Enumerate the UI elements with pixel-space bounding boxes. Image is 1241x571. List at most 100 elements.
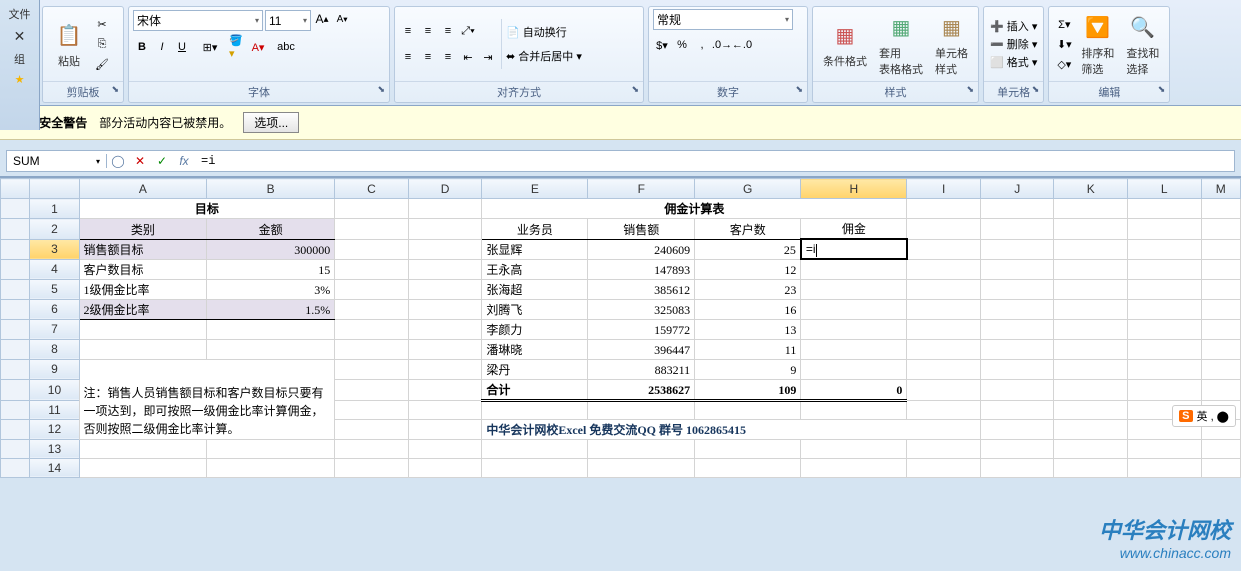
border-button[interactable]: ⊞▾ bbox=[201, 38, 219, 56]
cell[interactable]: 业务员 bbox=[482, 219, 588, 240]
cell[interactable] bbox=[408, 279, 482, 299]
cell[interactable] bbox=[1201, 359, 1240, 379]
cell[interactable]: 注：销售人员销售额目标和客户数目标只要有一项达到，即可按照一级佣金比率计算佣金，… bbox=[79, 359, 335, 439]
cell[interactable] bbox=[980, 219, 1054, 240]
cell[interactable] bbox=[801, 299, 907, 319]
align-right-icon[interactable]: ≡ bbox=[439, 48, 457, 66]
cell[interactable] bbox=[907, 339, 981, 359]
cell[interactable]: 王永高 bbox=[482, 259, 588, 279]
inc-decimal-icon[interactable]: .0→ bbox=[713, 36, 731, 54]
cell[interactable] bbox=[1201, 339, 1240, 359]
cell[interactable]: 佣金 bbox=[801, 219, 907, 240]
row-header[interactable]: 3 bbox=[30, 239, 79, 259]
cell[interactable] bbox=[408, 199, 482, 219]
comma-icon[interactable]: , bbox=[693, 36, 711, 54]
cell[interactable]: 883211 bbox=[588, 359, 695, 379]
font-family-combo[interactable]: 宋体▾ bbox=[133, 10, 263, 31]
cell[interactable] bbox=[980, 319, 1054, 339]
dec-decimal-icon[interactable]: ←.0 bbox=[733, 36, 751, 54]
cell[interactable]: 梁丹 bbox=[482, 359, 588, 379]
cell[interactable] bbox=[1054, 400, 1128, 419]
number-format-combo[interactable]: 常规▾ bbox=[653, 9, 793, 30]
cell[interactable] bbox=[408, 359, 482, 379]
clear-icon[interactable]: ◇▾ bbox=[1055, 55, 1073, 73]
cell[interactable] bbox=[335, 379, 409, 400]
cell[interactable] bbox=[1201, 458, 1240, 477]
cell[interactable] bbox=[1054, 319, 1128, 339]
cell[interactable] bbox=[907, 239, 981, 259]
ime-indicator[interactable]: S 英 , ⬤ bbox=[1172, 405, 1236, 427]
cell[interactable]: 23 bbox=[695, 279, 801, 299]
cell[interactable] bbox=[335, 458, 409, 477]
cell[interactable] bbox=[1128, 339, 1202, 359]
cell[interactable] bbox=[408, 319, 482, 339]
format-button[interactable]: ⬜ 格式 ▾ bbox=[990, 54, 1037, 70]
cell[interactable] bbox=[980, 259, 1054, 279]
cell[interactable] bbox=[907, 279, 981, 299]
cell[interactable]: 1级佣金比率 bbox=[79, 279, 207, 299]
cell[interactable]: 2级佣金比率 bbox=[79, 299, 207, 319]
cell[interactable] bbox=[335, 279, 409, 299]
indent-dec-icon[interactable]: ⇤ bbox=[459, 48, 477, 66]
cell[interactable] bbox=[1054, 419, 1128, 439]
cell[interactable] bbox=[980, 419, 1054, 439]
cell[interactable] bbox=[907, 400, 981, 419]
row-header[interactable]: 11 bbox=[30, 400, 79, 419]
formula-input[interactable]: =i bbox=[195, 154, 1234, 168]
insert-button[interactable]: ➕ 插入 ▾ bbox=[990, 18, 1037, 34]
cell[interactable] bbox=[482, 439, 588, 458]
enter-icon[interactable]: ✓ bbox=[151, 154, 173, 168]
cell[interactable] bbox=[588, 400, 695, 419]
cell[interactable] bbox=[408, 400, 482, 419]
fill-icon[interactable]: ⬇▾ bbox=[1055, 35, 1073, 53]
row-header[interactable]: 2 bbox=[30, 219, 79, 240]
cell[interactable]: 金额 bbox=[207, 219, 335, 240]
row-header[interactable]: 10 bbox=[30, 379, 79, 400]
indent-inc-icon[interactable]: ⇥ bbox=[479, 48, 497, 66]
cell[interactable] bbox=[1054, 458, 1128, 477]
cell[interactable] bbox=[79, 458, 207, 477]
cell-styles-button[interactable]: ▦单元格 样式 bbox=[929, 9, 974, 79]
cell[interactable] bbox=[1201, 239, 1240, 259]
conditional-format-button[interactable]: ▦条件格式 bbox=[817, 17, 873, 71]
cell[interactable] bbox=[408, 339, 482, 359]
cell[interactable] bbox=[1201, 199, 1240, 219]
cell[interactable] bbox=[335, 419, 409, 439]
cell[interactable] bbox=[408, 379, 482, 400]
grow-font-icon[interactable]: A▴ bbox=[313, 10, 331, 28]
cell[interactable]: 9 bbox=[695, 359, 801, 379]
copy-icon[interactable]: ⎘ bbox=[93, 35, 111, 53]
cell[interactable] bbox=[408, 299, 482, 319]
cell[interactable] bbox=[695, 458, 801, 477]
cell[interactable] bbox=[408, 259, 482, 279]
cell[interactable] bbox=[1201, 299, 1240, 319]
cell[interactable] bbox=[801, 279, 907, 299]
phonetic-button[interactable]: abc bbox=[277, 38, 295, 56]
cell[interactable] bbox=[1201, 219, 1240, 240]
cell[interactable]: 0 bbox=[801, 379, 907, 400]
cell[interactable]: 刘腾飞 bbox=[482, 299, 588, 319]
cell[interactable] bbox=[980, 400, 1054, 419]
cell[interactable] bbox=[408, 219, 482, 240]
cell[interactable] bbox=[335, 319, 409, 339]
cell[interactable] bbox=[335, 339, 409, 359]
row-header[interactable]: 8 bbox=[30, 339, 79, 359]
cell[interactable] bbox=[801, 359, 907, 379]
cell[interactable]: 12 bbox=[695, 259, 801, 279]
cell[interactable]: 类别 bbox=[79, 219, 207, 240]
cell[interactable] bbox=[1201, 259, 1240, 279]
cell[interactable]: 147893 bbox=[588, 259, 695, 279]
cell[interactable]: 销售额目标 bbox=[79, 239, 207, 259]
cell[interactable]: 11 bbox=[695, 339, 801, 359]
cell[interactable]: 潘琳晓 bbox=[482, 339, 588, 359]
cell[interactable] bbox=[335, 359, 409, 379]
cell[interactable] bbox=[335, 299, 409, 319]
cell[interactable]: 13 bbox=[695, 319, 801, 339]
column-headers[interactable]: ABCD EFGH IJKLM bbox=[1, 179, 1241, 199]
cell[interactable]: 159772 bbox=[588, 319, 695, 339]
select-all-corner[interactable] bbox=[1, 179, 30, 199]
cell[interactable] bbox=[408, 439, 482, 458]
cell[interactable] bbox=[335, 439, 409, 458]
cell[interactable] bbox=[482, 400, 588, 419]
cell[interactable] bbox=[801, 319, 907, 339]
